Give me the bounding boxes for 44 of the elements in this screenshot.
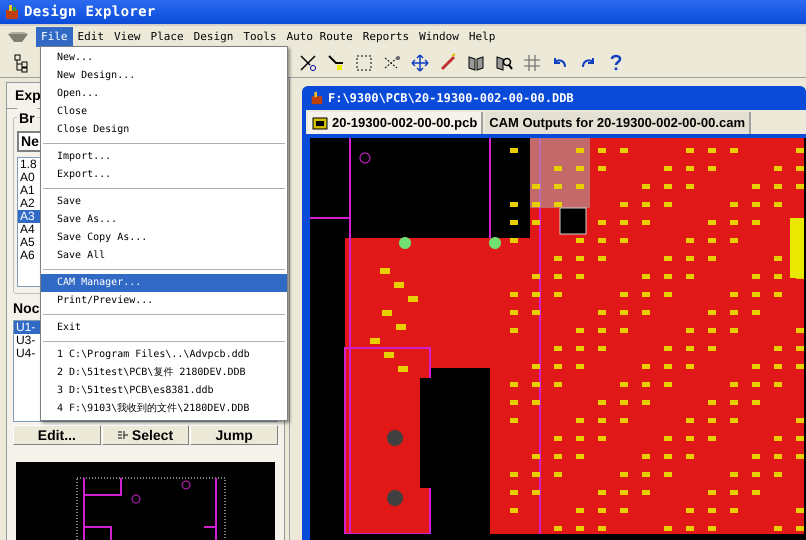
- menu-item[interactable]: 3 D:\51test\PCB\es8381.ddb: [41, 382, 287, 400]
- panel-button[interactable]: Jump: [190, 425, 278, 445]
- menu-item[interactable]: Save Copy As...: [41, 229, 287, 247]
- menu-item[interactable]: Save: [41, 193, 287, 211]
- panel-button[interactable]: Edit...: [13, 425, 101, 445]
- menu-item[interactable]: Export...: [41, 166, 287, 184]
- document-tab[interactable]: CAM Outputs for 20-19300-002-00-00.cam: [485, 112, 752, 134]
- menu-item[interactable]: Help: [464, 27, 500, 47]
- document-menu-icon[interactable]: [6, 30, 30, 44]
- menu-item[interactable]: Window: [414, 27, 464, 47]
- menu-item[interactable]: Edit: [72, 27, 109, 47]
- menu-item[interactable]: Save As...: [41, 211, 287, 229]
- panel-button[interactable]: Select: [102, 425, 190, 445]
- document-icon: [310, 91, 324, 105]
- wire-icon[interactable]: [326, 52, 346, 72]
- move-icon[interactable]: [410, 52, 430, 72]
- menu-item[interactable]: Tools: [238, 27, 282, 47]
- menu-item[interactable]: Save All: [41, 247, 287, 265]
- menu-item[interactable]: Print/Preview...: [41, 292, 287, 310]
- menu-item[interactable]: CAM Manager...: [41, 274, 287, 292]
- menu-item[interactable]: Place: [146, 27, 189, 47]
- selection-icon[interactable]: [354, 52, 374, 72]
- grid-icon[interactable]: [522, 52, 542, 72]
- menu-item[interactable]: 2 D:\51test\PCB\复件 2180DEV.DDB: [41, 364, 287, 382]
- menu-item[interactable]: Auto Route: [282, 27, 358, 47]
- menu-item[interactable]: New Design...: [41, 67, 287, 85]
- document-tab[interactable]: 20-19300-002-00-00.pcb: [308, 112, 484, 134]
- menu-item[interactable]: View: [109, 27, 146, 47]
- menu-item[interactable]: 1 C:\Program Files\..\Advpcb.ddb: [41, 346, 287, 364]
- pencil-icon[interactable]: [438, 52, 458, 72]
- menu-item[interactable]: Reports: [358, 27, 414, 47]
- app-icon: [4, 4, 20, 20]
- menu-item[interactable]: Import...: [41, 148, 287, 166]
- menu-item[interactable]: New...: [41, 49, 287, 67]
- window-title: Design Explorer: [24, 2, 156, 22]
- menu-item[interactable]: Design: [188, 27, 238, 47]
- select-icon: [118, 430, 128, 440]
- menu-item[interactable]: Close Design: [41, 121, 287, 139]
- document-title: F:\9300\PCB\20-19300-002-00-00.DDB: [328, 90, 574, 107]
- menu-item[interactable]: File: [36, 27, 72, 47]
- menu-item[interactable]: 4 F:\9103\我收到的文件\2180DEV.DDB: [41, 400, 287, 418]
- menu-item[interactable]: Exit: [41, 319, 287, 337]
- pcb-file-icon: [312, 116, 328, 130]
- section-label: Noc: [13, 299, 40, 318]
